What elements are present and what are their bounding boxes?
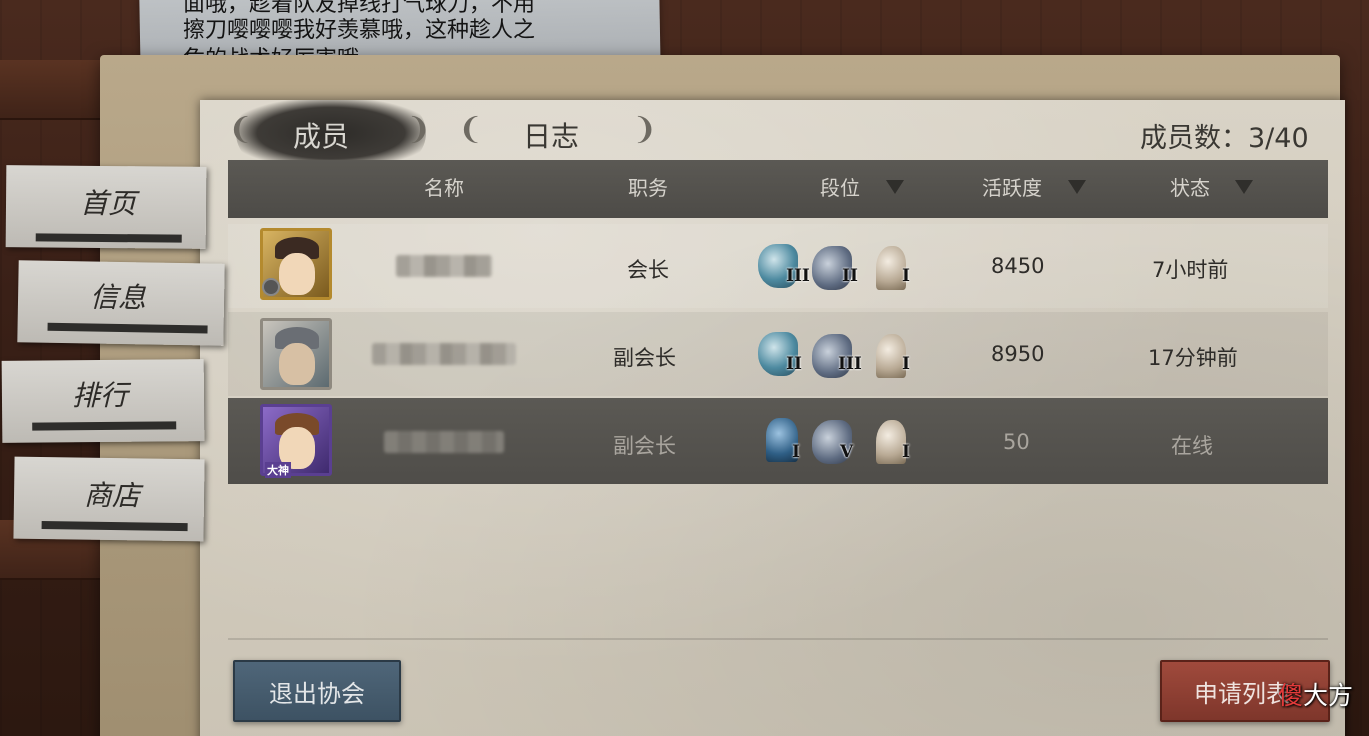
note-line: 擦刀嘤嘤嘤我好羡慕哦，这种趁人之 xyxy=(183,18,536,43)
sidebar-item-home[interactable]: 首页 xyxy=(5,165,207,249)
member-status: 17分钟前 xyxy=(1148,346,1238,370)
member-count: 成员数：3/40 xyxy=(1140,123,1309,154)
rank-tier: V xyxy=(840,442,854,462)
laurel-right-icon: ❩ xyxy=(406,112,432,147)
rank-tier: I xyxy=(902,354,910,374)
avatar-face xyxy=(279,253,315,295)
member-role: 副会长 xyxy=(613,346,676,370)
sidebar-item-info[interactable]: 信息 xyxy=(17,260,225,346)
tab-underline xyxy=(32,421,177,431)
laurel-right-icon: ❩ xyxy=(632,112,658,147)
avatar[interactable] xyxy=(260,318,332,390)
column-header-status[interactable]: 状态 xyxy=(1170,172,1210,201)
member-activity: 8950 xyxy=(991,342,1045,366)
sort-down-icon[interactable] xyxy=(1068,180,1086,194)
rank-tier: I xyxy=(902,266,910,286)
member-status: 7小时前 xyxy=(1152,258,1229,282)
member-name-redacted xyxy=(372,343,516,365)
column-header-role: 职务 xyxy=(628,176,668,200)
tab-underline xyxy=(41,521,188,532)
watermark-text: 大方 xyxy=(1303,681,1354,710)
member-status: 在线 xyxy=(1171,434,1213,458)
sidebar-item-label: 信息 xyxy=(89,280,147,315)
table-header xyxy=(228,160,1328,218)
sidebar-item-label: 排行 xyxy=(71,378,129,413)
rank-tier: III xyxy=(838,354,862,374)
tab-log[interactable]: 日志 xyxy=(466,108,636,162)
sort-down-icon[interactable] xyxy=(886,180,904,194)
column-header-name: 名称 xyxy=(424,176,464,200)
watermark-logo: 傻大方 xyxy=(1278,676,1353,712)
rank-tier: III xyxy=(786,266,810,286)
master-badge: 大神 xyxy=(265,462,291,478)
sidebar-item-label: 商店 xyxy=(83,478,141,513)
member-role: 会长 xyxy=(627,258,669,282)
sidebar-item-shop[interactable]: 商店 xyxy=(13,456,205,542)
rank-tier: I xyxy=(792,442,800,462)
column-header-rank[interactable]: 段位 xyxy=(820,172,860,201)
rank-tier: II xyxy=(842,266,858,286)
member-activity: 50 xyxy=(1003,430,1030,454)
leave-guild-button[interactable]: 退出协会 xyxy=(233,660,401,722)
footer-divider xyxy=(228,638,1328,640)
sidebar-item-ranking[interactable]: 排行 xyxy=(1,359,205,443)
column-header-activity[interactable]: 活跃度 xyxy=(982,172,1042,201)
sidebar-item-label: 首页 xyxy=(79,186,137,221)
film-reel-icon xyxy=(262,278,280,296)
avatar-face xyxy=(279,343,315,385)
rank-tier: II xyxy=(786,354,802,374)
member-role: 副会长 xyxy=(613,434,676,458)
tab-underline xyxy=(47,322,208,334)
watermark-mark: 傻 xyxy=(1278,681,1304,710)
member-name-redacted xyxy=(396,255,492,277)
rank-tier: I xyxy=(902,442,910,462)
tab-members[interactable]: 成员 xyxy=(236,108,406,162)
sort-down-icon[interactable] xyxy=(1235,180,1253,194)
note-line: 面哦，趁着队友掉线打气球刀，不用 xyxy=(183,0,536,16)
member-name-redacted xyxy=(384,431,504,453)
member-activity: 8450 xyxy=(991,254,1045,278)
tab-underline xyxy=(35,233,182,243)
